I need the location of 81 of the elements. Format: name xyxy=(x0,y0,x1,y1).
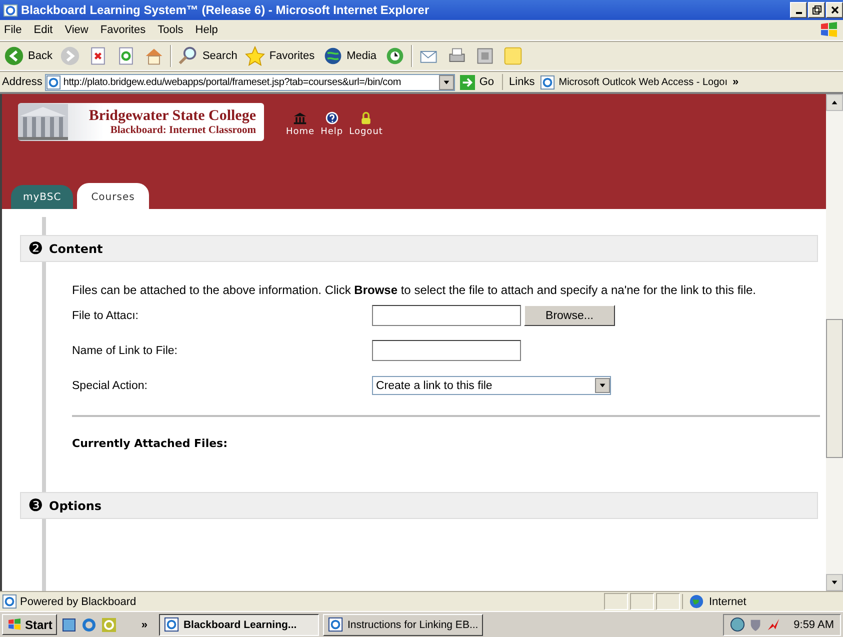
help-icon xyxy=(324,111,339,125)
address-label: Address xyxy=(2,76,42,88)
globe-icon xyxy=(689,594,704,609)
college-logo[interactable]: Bridgewater State College Blackboard: Internet Classroom xyxy=(18,103,264,141)
start-button[interactable]: Start xyxy=(2,614,58,635)
field-label: Special Action: xyxy=(72,380,148,392)
go-button[interactable]: Go xyxy=(458,74,496,90)
page-icon xyxy=(540,74,555,90)
favorites-button[interactable]: Favorites xyxy=(243,46,317,66)
address-field[interactable]: http://plato.bridgew.edu/webapps/portal/frameset.jsp?tab=courses&url=/bin/com xyxy=(45,74,456,90)
taskbar-window[interactable]: Instructions for Linking EB... xyxy=(323,614,484,636)
step-number: ❷ xyxy=(28,240,43,257)
star-icon xyxy=(245,46,266,66)
network-icon xyxy=(730,617,745,632)
up-caret-icon xyxy=(830,98,839,107)
house-icon xyxy=(144,46,164,66)
menu-item[interactable]: Tools xyxy=(158,24,184,36)
window-icon xyxy=(164,617,180,632)
file-input-field[interactable] xyxy=(372,305,521,326)
link-name-input-field[interactable] xyxy=(372,340,521,361)
square-icon xyxy=(474,46,495,66)
field-label: Name of Link to File: xyxy=(72,344,178,356)
clock-icon xyxy=(384,46,405,66)
caret-icon xyxy=(442,78,452,86)
windows-flag-icon xyxy=(819,20,839,40)
menu-item[interactable]: File xyxy=(4,24,22,36)
building-icon xyxy=(293,111,308,125)
more-links-button[interactable]: » xyxy=(732,76,739,88)
menu-item[interactable]: Favorites xyxy=(100,24,146,36)
right-arrow-icon xyxy=(460,74,476,90)
section-title: Options xyxy=(49,498,102,512)
search-button[interactable]: Search xyxy=(176,46,240,66)
padlock-icon xyxy=(359,111,374,125)
restore-icon xyxy=(812,5,822,15)
page-icon xyxy=(46,74,62,90)
menu-item[interactable]: Edit xyxy=(34,24,53,36)
caret-icon xyxy=(830,578,839,587)
field-label: File to Attacı: xyxy=(72,310,140,322)
window-title: Blackboard Learning System™ (Release 6) - Microsoft Internet Explorer xyxy=(21,3,430,17)
note-icon xyxy=(502,46,523,66)
step-number: ❸ xyxy=(28,497,43,514)
windows-flag-icon xyxy=(7,617,22,632)
clock: 9:59 AM xyxy=(794,618,834,630)
logout-link[interactable]: Logout xyxy=(349,111,383,137)
browser-icon xyxy=(3,2,18,18)
security-zone: Internet xyxy=(709,596,746,608)
window-icon xyxy=(328,617,344,632)
lightning-icon xyxy=(766,617,781,632)
media-shortcut-icon[interactable] xyxy=(101,616,118,632)
minimize-button[interactable] xyxy=(790,2,807,18)
special-action-dropdown[interactable]: Create a link to this file xyxy=(372,376,611,395)
taskbar-window[interactable]: Blackboard Learning... xyxy=(159,614,320,636)
close-icon xyxy=(830,5,840,15)
college-subtitle: Blackboard: Internet Classroom xyxy=(110,125,256,136)
tab[interactable]: Courses xyxy=(77,183,149,209)
menu-item[interactable]: Help xyxy=(195,24,218,36)
more-shortcuts-button[interactable]: » xyxy=(141,618,148,630)
browse-button[interactable]: Browse... xyxy=(524,305,615,326)
minimize-icon xyxy=(796,12,802,14)
scrollbar[interactable] xyxy=(826,94,843,591)
home-link[interactable]: Home xyxy=(286,111,315,137)
tab[interactable]: myBSC xyxy=(11,185,74,209)
instructions-text: Files can be attached to the above information. Click Browse to select the file to attach and specify a na'ne for the link to this file. xyxy=(72,282,758,298)
college-name: Bridgewater State College xyxy=(88,108,256,125)
links-label: Links xyxy=(509,76,535,88)
menu-item[interactable]: View xyxy=(64,24,88,36)
page-icon xyxy=(2,594,17,609)
restore-button[interactable] xyxy=(808,2,825,18)
attached-files-label: Currently Attached Files: xyxy=(72,437,229,450)
link-button[interactable]: Microsoft Outlcok Web Access - Logoı xyxy=(538,74,730,90)
search-icon xyxy=(178,46,198,66)
desktop-shortcut-icon[interactable] xyxy=(61,616,78,632)
browser-shortcut-icon[interactable] xyxy=(81,616,98,632)
close-button[interactable] xyxy=(826,2,843,18)
caret-icon xyxy=(598,381,607,390)
status-text: Powered by Blackboard xyxy=(20,596,136,608)
section-title: Content xyxy=(49,242,103,256)
back-button[interactable]: Back xyxy=(2,46,54,66)
help-link[interactable]: Help xyxy=(320,111,344,137)
globe-icon xyxy=(322,46,343,66)
media-button[interactable]: Media xyxy=(320,46,379,66)
